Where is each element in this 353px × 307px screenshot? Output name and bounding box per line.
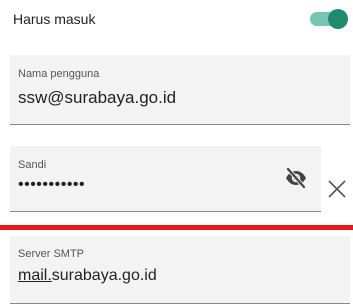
eye-off-icon[interactable] xyxy=(284,166,308,190)
smtp-server-label: Server SMTP xyxy=(18,248,85,260)
password-field[interactable]: Sandi ••••••••••• xyxy=(10,146,321,212)
smtp-server-underline xyxy=(10,303,350,304)
username-input[interactable]: ssw@surabaya.go.id xyxy=(18,88,176,108)
password-input[interactable]: ••••••••••• xyxy=(18,176,85,194)
smtp-server-input[interactable]: mail.surabaya.go.id xyxy=(18,267,157,285)
close-icon[interactable] xyxy=(326,178,348,200)
require-login-switch[interactable] xyxy=(308,6,348,32)
require-login-label: Harus masuk xyxy=(13,11,96,27)
username-field[interactable]: Nama pengguna ssw@surabaya.go.id xyxy=(10,55,350,125)
username-label: Nama pengguna xyxy=(18,68,100,80)
password-underline xyxy=(10,211,321,212)
red-divider xyxy=(0,225,353,230)
smtp-server-value-rest: surabaya.go.id xyxy=(51,267,157,284)
smtp-settings-form: Harus masuk Nama pengguna ssw@surabaya.g… xyxy=(0,0,353,307)
smtp-server-field[interactable]: Server SMTP mail.surabaya.go.id xyxy=(10,236,350,304)
switch-thumb xyxy=(328,9,348,29)
smtp-server-value-prefix: mail. xyxy=(18,267,52,284)
password-label: Sandi xyxy=(18,159,47,171)
username-underline xyxy=(10,124,350,125)
